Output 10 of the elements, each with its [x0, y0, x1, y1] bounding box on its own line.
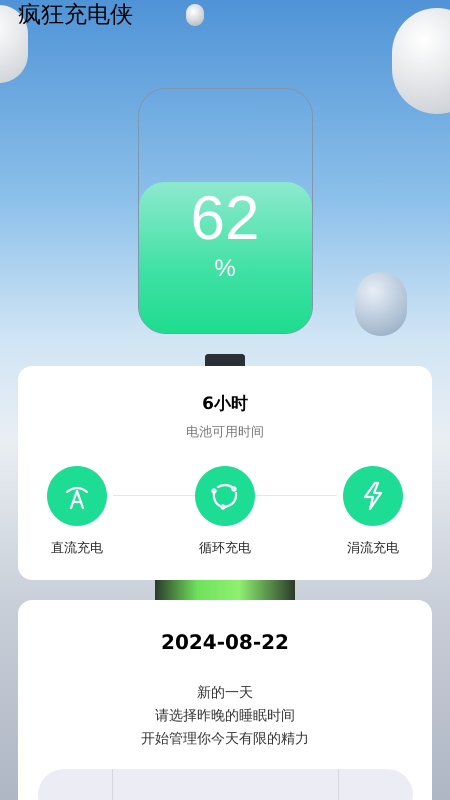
- date-label: 2024-08-22: [161, 629, 289, 656]
- prompt-text: 开始管理你今天有限的精力: [141, 730, 309, 749]
- usage-caption: 电池可用时间: [186, 424, 264, 442]
- battery-percent: 62: [190, 184, 260, 254]
- prompt-text: 请选择昨晚的睡眠时间: [155, 707, 295, 726]
- usage-duration: 6小时: [202, 393, 248, 416]
- prompt-text: 新的一天: [197, 684, 253, 703]
- percent-sign: %: [214, 254, 236, 284]
- pedestal-drawing: [205, 354, 245, 366]
- app-title: 疯狂充电侠: [18, 1, 133, 30]
